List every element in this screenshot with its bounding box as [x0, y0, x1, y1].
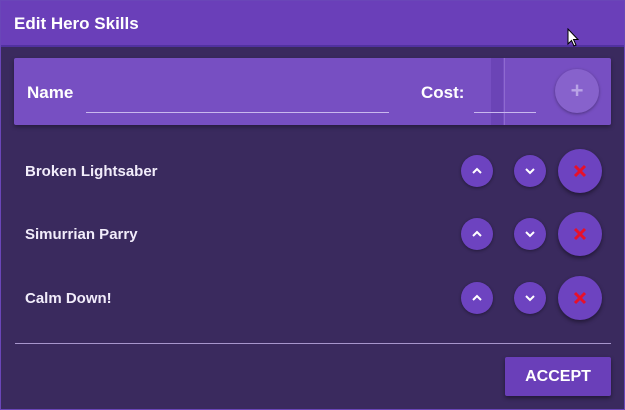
footer-divider — [15, 343, 611, 344]
edit-hero-skills-dialog: Edit Hero Skills Name Cost: + Broken Lig… — [0, 0, 625, 410]
chevron-down-icon — [525, 295, 535, 302]
skill-row: Calm Down! — [1, 276, 624, 320]
skill-name: Calm Down! — [25, 290, 112, 307]
chevron-up-icon — [472, 294, 482, 301]
close-icon — [573, 291, 587, 305]
delete-skill-button[interactable] — [558, 149, 602, 193]
move-up-button[interactable] — [461, 155, 493, 187]
mouse-cursor-icon — [567, 28, 579, 47]
skill-cost-input[interactable] — [474, 78, 536, 113]
add-skill-panel: Name Cost: + — [14, 58, 611, 125]
skill-row: Simurrian Parry — [1, 212, 624, 256]
close-icon — [573, 227, 587, 241]
chevron-down-icon — [525, 231, 535, 238]
skill-row: Broken Lightsaber — [1, 149, 624, 193]
cost-label: Cost: — [421, 83, 465, 102]
close-icon — [573, 164, 587, 178]
move-down-button[interactable] — [514, 155, 546, 187]
skill-name: Simurrian Parry — [25, 226, 138, 243]
name-label: Name — [27, 83, 74, 102]
skill-name-input[interactable] — [86, 78, 389, 113]
move-up-button[interactable] — [461, 282, 493, 314]
chevron-up-icon — [472, 167, 482, 174]
add-skill-button[interactable]: + — [555, 69, 599, 113]
dialog-titlebar: Edit Hero Skills — [1, 1, 624, 47]
move-down-button[interactable] — [514, 282, 546, 314]
delete-skill-button[interactable] — [558, 212, 602, 256]
move-up-button[interactable] — [461, 218, 493, 250]
move-down-button[interactable] — [514, 218, 546, 250]
chevron-down-icon — [525, 168, 535, 175]
skill-name: Broken Lightsaber — [25, 163, 158, 180]
delete-skill-button[interactable] — [558, 276, 602, 320]
accept-button[interactable]: ACCEPT — [505, 357, 611, 396]
dialog-title: Edit Hero Skills — [14, 14, 139, 33]
chevron-up-icon — [472, 230, 482, 237]
plus-icon: + — [570, 78, 584, 103]
